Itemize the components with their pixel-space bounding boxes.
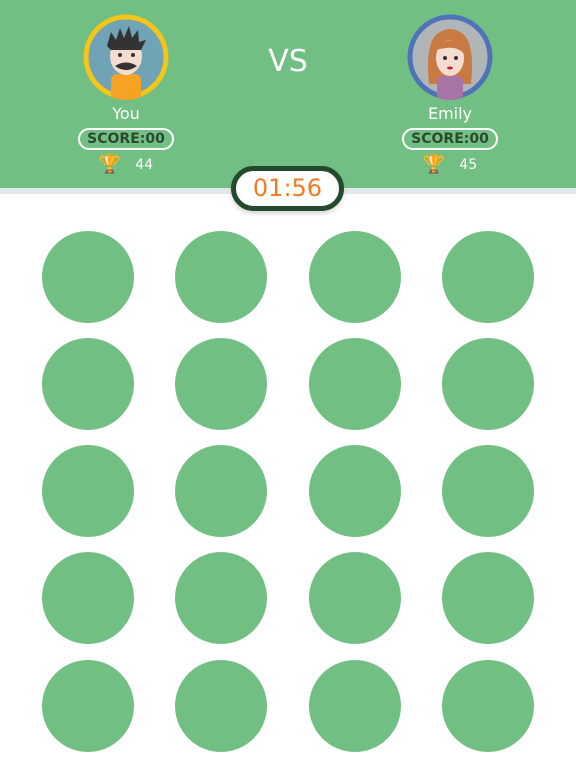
board-tile[interactable] [442,231,534,323]
avatar-emily [407,14,493,100]
board-tile[interactable] [309,231,401,323]
board-tile[interactable] [42,231,134,323]
board-tile[interactable] [42,552,134,644]
avatar-you [83,14,169,100]
player-you: You SCORE:00 🏆 44 [66,14,186,175]
trophy-count: 45 [459,156,478,173]
board-tile[interactable] [309,552,401,644]
board-tile[interactable] [442,338,534,430]
board-tile[interactable] [442,660,534,752]
board-tile[interactable] [309,660,401,752]
player-name: You [112,104,140,123]
board-tile[interactable] [309,445,401,537]
board-tile[interactable] [175,552,267,644]
trophy-icon: 🏆 [98,154,122,175]
board-tile[interactable] [175,231,267,323]
player-emily: Emily SCORE:00 🏆 45 [390,14,510,175]
board-tile[interactable] [42,445,134,537]
score-badge: SCORE:00 [78,128,174,150]
score-badge: SCORE:00 [402,128,498,150]
board-tile[interactable] [175,660,267,752]
trophy-count: 44 [135,156,154,173]
player-name: Emily [427,104,473,123]
board-tile[interactable] [175,338,267,430]
board-tile[interactable] [175,445,267,537]
vs-label: VS [268,44,308,79]
countdown-timer: 01:56 [231,166,344,211]
board-tile[interactable] [442,445,534,537]
board-tile[interactable] [42,338,134,430]
board-tile[interactable] [42,660,134,752]
board-tile[interactable] [309,338,401,430]
board-tile[interactable] [442,552,534,644]
trophy-icon: 🏆 [422,154,446,175]
